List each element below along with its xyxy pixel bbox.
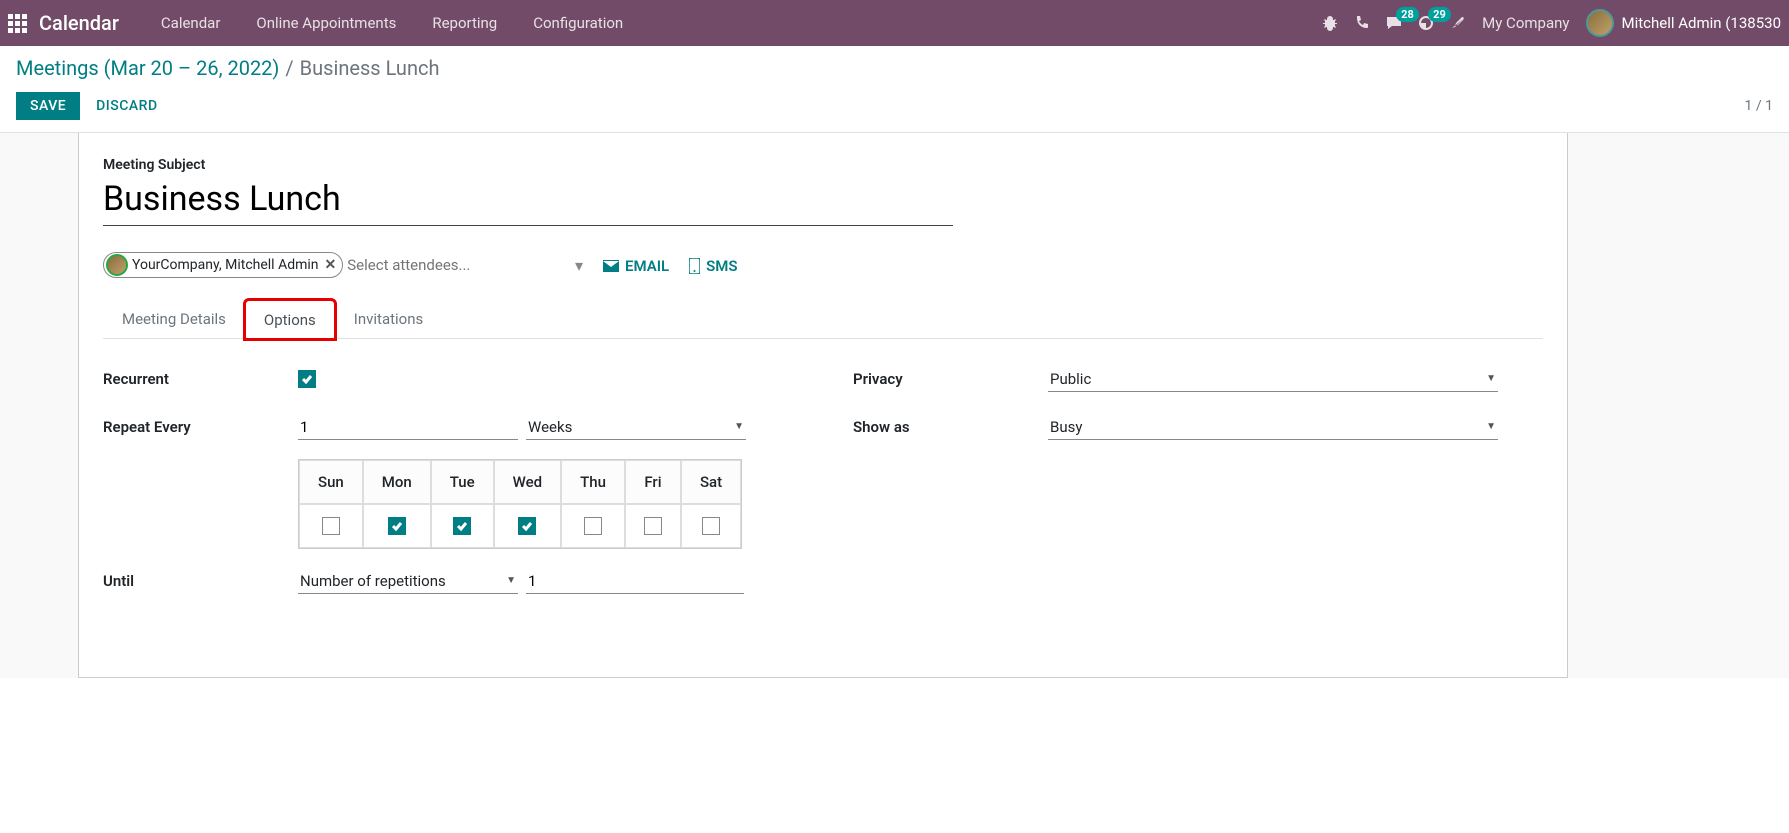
attendee-tag-label: YourCompany, Mitchell Admin: [132, 257, 319, 273]
day-header-sat: Sat: [681, 460, 741, 504]
day-checkbox-mon[interactable]: [388, 517, 406, 535]
day-header-mon: Mon: [363, 460, 431, 504]
messages-badge: 28: [1396, 7, 1419, 22]
attendees-field[interactable]: YourCompany, Mitchell Admin ✕ ▾: [103, 252, 583, 279]
showas-label: Show as: [853, 418, 1048, 436]
nav-item-online-appointments[interactable]: Online Appointments: [238, 2, 414, 44]
privacy-label: Privacy: [853, 370, 1048, 388]
sms-action[interactable]: SMS: [689, 257, 737, 275]
repeat-unit-select[interactable]: Weeks ▼: [526, 415, 746, 440]
day-cell-mon: [363, 504, 431, 548]
main-navbar: Calendar Calendar Online Appointments Re…: [0, 0, 1789, 46]
activity-icon[interactable]: 29: [1418, 15, 1434, 31]
breadcrumb-separator: /: [285, 56, 293, 80]
nav-menu: Calendar Online Appointments Reporting C…: [143, 2, 641, 44]
breadcrumb-current: Business Lunch: [300, 56, 440, 80]
day-checkbox-sun[interactable]: [322, 517, 340, 535]
notebook-tabs: Meeting Details Options Invitations: [103, 299, 1543, 339]
until-count-input[interactable]: [526, 569, 744, 594]
debug-icon[interactable]: [1322, 15, 1338, 31]
chevron-down-icon: ▼: [1486, 373, 1496, 384]
chevron-down-icon: ▼: [734, 421, 744, 432]
day-checkbox-fri[interactable]: [644, 517, 662, 535]
tab-content-options: Recurrent Repeat Every: [103, 339, 1543, 637]
app-brand[interactable]: Calendar: [39, 11, 119, 35]
showas-select[interactable]: Busy ▼: [1048, 415, 1498, 440]
activity-badge: 29: [1428, 7, 1451, 22]
user-name: Mitchell Admin (138530: [1622, 14, 1782, 32]
repeat-every-label: Repeat Every: [103, 418, 298, 436]
chevron-down-icon[interactable]: ▾: [575, 256, 583, 275]
email-action[interactable]: EMAIL: [603, 257, 669, 275]
day-header-tue: Tue: [431, 460, 494, 504]
chevron-down-icon: ▼: [506, 575, 516, 586]
company-switcher[interactable]: My Company: [1482, 14, 1569, 32]
discard-button[interactable]: DISCARD: [96, 98, 157, 114]
avatar: [1586, 9, 1614, 37]
day-cell-sat: [681, 504, 741, 548]
nav-item-configuration[interactable]: Configuration: [515, 2, 641, 44]
day-cell-thu: [561, 504, 625, 548]
until-mode-select[interactable]: Number of repetitions ▼: [298, 569, 518, 594]
apps-icon[interactable]: [8, 14, 27, 33]
day-header-wed: Wed: [494, 460, 561, 504]
day-checkbox-tue[interactable]: [453, 517, 471, 535]
day-header-fri: Fri: [625, 460, 681, 504]
tab-invitations[interactable]: Invitations: [335, 299, 442, 338]
repeat-interval-input[interactable]: [298, 415, 518, 440]
subject-label: Meeting Subject: [103, 157, 1543, 173]
tab-options[interactable]: Options: [245, 300, 335, 339]
mobile-icon: [689, 258, 700, 274]
form-sheet: Meeting Subject YourCompany, Mitchell Ad…: [78, 133, 1568, 678]
day-cell-wed: [494, 504, 561, 548]
envelope-icon: [603, 260, 619, 272]
breadcrumb-parent[interactable]: Meetings (Mar 20 – 26, 2022): [16, 56, 279, 80]
nav-right: 28 29 My Company Mitchell Admin (138530: [1322, 9, 1781, 37]
day-checkbox-thu[interactable]: [584, 517, 602, 535]
user-menu[interactable]: Mitchell Admin (138530: [1586, 9, 1782, 37]
day-header-sun: Sun: [299, 460, 363, 504]
privacy-select[interactable]: Public ▼: [1048, 367, 1498, 392]
save-button[interactable]: SAVE: [16, 92, 80, 120]
attendee-tag[interactable]: YourCompany, Mitchell Admin ✕: [103, 252, 343, 278]
tab-meeting-details[interactable]: Meeting Details: [103, 299, 245, 338]
chevron-down-icon: ▼: [1486, 421, 1496, 432]
control-panel: Meetings (Mar 20 – 26, 2022) / Business …: [0, 46, 1789, 133]
phone-icon[interactable]: [1354, 15, 1370, 31]
weekday-table: SunMonTueWedThuFriSat: [298, 459, 742, 549]
day-cell-fri: [625, 504, 681, 548]
subject-input[interactable]: [103, 177, 953, 226]
attendee-input[interactable]: [343, 252, 575, 278]
day-header-thu: Thu: [561, 460, 625, 504]
pager[interactable]: 1 / 1: [1745, 98, 1773, 114]
day-checkbox-sat[interactable]: [702, 517, 720, 535]
recurrent-label: Recurrent: [103, 370, 298, 388]
day-cell-tue: [431, 504, 494, 548]
attendee-remove-icon[interactable]: ✕: [325, 257, 337, 273]
attendee-avatar: [106, 254, 128, 276]
until-label: Until: [103, 572, 298, 590]
breadcrumb: Meetings (Mar 20 – 26, 2022) / Business …: [16, 56, 1773, 80]
messages-icon[interactable]: 28: [1386, 15, 1402, 31]
tools-icon[interactable]: [1450, 15, 1466, 31]
nav-item-reporting[interactable]: Reporting: [414, 2, 515, 44]
nav-item-calendar[interactable]: Calendar: [143, 2, 239, 44]
day-checkbox-wed[interactable]: [518, 517, 536, 535]
day-cell-sun: [299, 504, 363, 548]
recurrent-checkbox[interactable]: [298, 370, 316, 388]
